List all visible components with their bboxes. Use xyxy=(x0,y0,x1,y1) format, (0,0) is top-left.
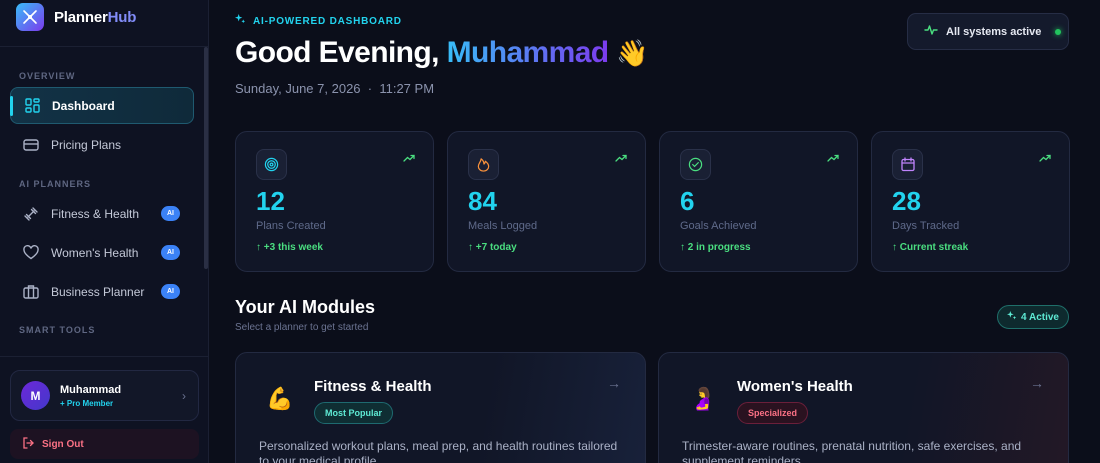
stat-value: 6 xyxy=(680,186,695,216)
sidebar-item-label: Dashboard xyxy=(52,98,115,113)
wave-emoji: 👋 xyxy=(616,38,649,68)
target-icon xyxy=(256,149,287,180)
sidebar-item-label: Business Planner xyxy=(51,284,145,299)
avatar: M xyxy=(21,381,50,410)
pregnant-woman-icon: 🤰 xyxy=(689,386,717,411)
sparkle-icon xyxy=(1007,310,1017,324)
dumbbell-icon xyxy=(23,206,39,222)
sidebar-item-label: Fitness & Health xyxy=(51,206,140,221)
active-modules-badge: 4 Active xyxy=(997,305,1069,329)
modules-title: Your AI Modules xyxy=(235,297,376,317)
grid-icon xyxy=(24,98,40,114)
sidebar-item-pricing-plans[interactable]: Pricing Plans xyxy=(10,126,194,163)
sidebar-item-label: Women's Health xyxy=(51,245,139,260)
trending-up-icon xyxy=(1039,149,1051,167)
status-dot xyxy=(1055,28,1062,35)
sidebar-item-dashboard[interactable]: Dashboard xyxy=(10,87,194,124)
stat-label: Meals Logged xyxy=(468,220,538,232)
separator: · xyxy=(367,81,373,96)
page-title: Good Evening, Muhammad 👋 xyxy=(235,36,649,70)
user-profile-card[interactable]: M Muhammad + Pro Member › xyxy=(10,370,199,421)
module-tag: Most Popular xyxy=(314,402,394,424)
activity-icon xyxy=(924,24,938,39)
stat-delta: ↑ +7 today xyxy=(468,242,517,253)
stat-card-days-tracked[interactable]: 28 Days Tracked ↑ Current streak xyxy=(871,131,1070,272)
stat-delta: ↑ Current streak xyxy=(892,242,969,253)
divider xyxy=(0,356,208,357)
trending-up-icon xyxy=(403,149,415,167)
stat-value: 84 xyxy=(468,186,497,216)
sparkle-icon xyxy=(235,14,246,28)
sidebar-item-label: Pricing Plans xyxy=(51,137,122,152)
stat-card-plans-created[interactable]: 12 Plans Created ↑ +3 this week xyxy=(235,131,434,272)
stat-card-meals-logged[interactable]: 84 Meals Logged ↑ +7 today xyxy=(447,131,646,272)
stat-card-goals-achieved[interactable]: 6 Goals Achieved ↑ 2 in progress xyxy=(659,131,858,272)
chevron-right-icon: › xyxy=(182,389,186,403)
section-label-smart-tools: SMART TOOLS xyxy=(19,325,96,335)
dashboard-eyebrow: AI-POWERED DASHBOARD xyxy=(235,14,402,28)
logout-icon xyxy=(22,436,34,452)
brand-name: PlannerHub xyxy=(54,8,137,26)
brand[interactable]: PlannerHub xyxy=(16,3,136,31)
modules-subtitle: Select a planner to get started xyxy=(235,322,369,333)
module-title: Women's Health xyxy=(737,378,853,395)
section-label-overview: OVERVIEW xyxy=(19,71,76,81)
section-label-ai-planners: AI PLANNERS xyxy=(19,179,92,189)
active-count-text: 4 Active xyxy=(1021,311,1059,323)
user-name-highlight: Muhammad xyxy=(446,36,609,69)
current-time: 11:27 PM xyxy=(379,81,435,96)
module-card-womens-health[interactable]: 🤰 Women's Health Specialized → Trimester… xyxy=(658,352,1069,463)
sign-out-button[interactable]: Sign Out xyxy=(10,429,199,459)
date-time: Sunday, June 7, 2026 · 11:27 PM xyxy=(235,81,434,96)
card-icon xyxy=(23,137,39,153)
stat-label: Goals Achieved xyxy=(680,220,757,232)
sidebar: PlannerHub OVERVIEW Dashboard Pricing Pl… xyxy=(0,0,209,463)
sign-out-label: Sign Out xyxy=(42,438,84,450)
user-name: Muhammad xyxy=(60,383,122,396)
calendar-icon xyxy=(892,149,923,180)
greeting-text: Good Evening, xyxy=(235,36,439,69)
check-circle-icon xyxy=(680,149,711,180)
user-role: + Pro Member xyxy=(60,398,114,408)
arrow-right-icon[interactable]: → xyxy=(607,375,621,391)
trending-up-icon xyxy=(615,149,627,167)
stat-label: Plans Created xyxy=(256,220,326,232)
brand-logo-icon xyxy=(16,3,44,31)
ai-badge: AI xyxy=(161,206,180,221)
sidebar-item-fitness-health[interactable]: Fitness & Health AI xyxy=(10,195,194,232)
ai-badge: AI xyxy=(161,284,180,299)
current-date: Sunday, June 7, 2026 xyxy=(235,81,361,96)
stat-delta: ↑ 2 in progress xyxy=(680,242,751,253)
stat-label: Days Tracked xyxy=(892,220,960,232)
trending-up-icon xyxy=(827,149,839,167)
stat-value: 28 xyxy=(892,186,921,216)
flexed-biceps-icon: 💪 xyxy=(266,386,294,411)
module-card-fitness-health[interactable]: 💪 Fitness & Health Most Popular → Person… xyxy=(235,352,646,463)
stat-delta: ↑ +3 this week xyxy=(256,242,323,253)
system-status[interactable]: All systems active xyxy=(907,13,1069,50)
stat-value: 12 xyxy=(256,186,285,216)
briefcase-icon xyxy=(23,284,39,300)
sidebar-scrollbar[interactable] xyxy=(204,47,208,269)
module-tag: Specialized xyxy=(737,402,809,424)
ai-badge: AI xyxy=(161,245,180,260)
status-text: All systems active xyxy=(946,25,1042,38)
module-title: Fitness & Health xyxy=(314,378,432,395)
heart-icon xyxy=(23,245,39,261)
module-description: Personalized workout plans, meal prep, a… xyxy=(259,439,618,463)
flame-icon xyxy=(468,149,499,180)
sidebar-item-business-planner[interactable]: Business Planner AI xyxy=(10,273,194,310)
sidebar-item-womens-health[interactable]: Women's Health AI xyxy=(10,234,194,271)
arrow-right-icon[interactable]: → xyxy=(1030,375,1044,391)
module-description: Trimester-aware routines, prenatal nutri… xyxy=(682,439,1022,463)
divider xyxy=(0,46,208,47)
eyebrow-text: AI-POWERED DASHBOARD xyxy=(253,15,402,27)
